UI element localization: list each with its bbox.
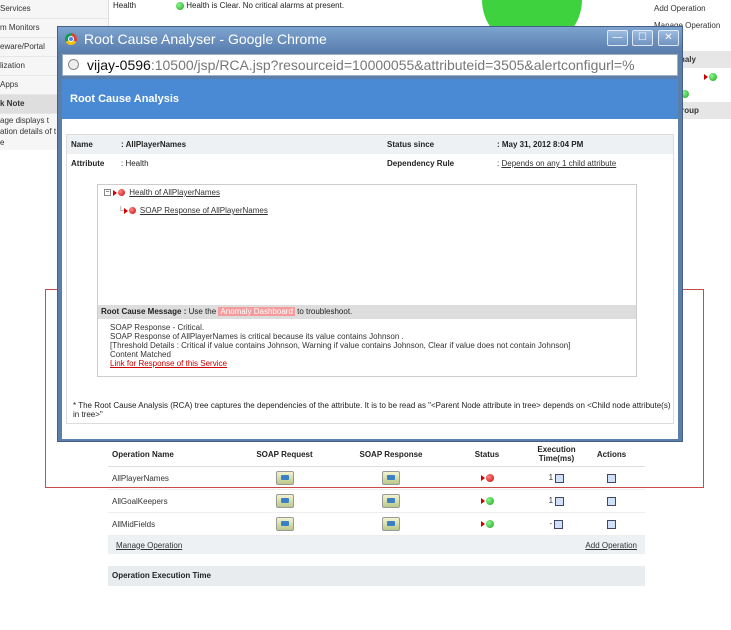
attribute-value: : Health — [121, 159, 149, 168]
arrow-icon — [480, 521, 485, 528]
add-operation-link[interactable]: Add Operation — [585, 541, 637, 550]
action-icon[interactable] — [607, 496, 616, 506]
address-bar[interactable]: vijay-0596:10500/jsp/RCA.jsp?resourceid=… — [62, 54, 678, 76]
page-content: Root Cause Analysis Name : AllPlayerName… — [62, 79, 678, 439]
url-text[interactable]: vijay-0596:10500/jsp/RCA.jsp?resourceid=… — [87, 57, 635, 73]
info-row: Attribute : Health Dependency Rule : Dep… — [67, 154, 673, 173]
execution-time: - — [549, 519, 553, 529]
tree-root-link[interactable]: Health of AllPlayerNames — [129, 188, 220, 197]
soap-request-icon[interactable] — [275, 517, 294, 531]
arrow-icon — [113, 189, 117, 196]
page-title: Root Cause Analysis — [62, 79, 678, 119]
manage-operation-link[interactable]: Manage Operation — [116, 541, 182, 550]
message-line: SOAP Response of AllPlayerNames is criti… — [110, 332, 404, 341]
dependency-rule-link[interactable]: Depends on any 1 child attribute — [501, 159, 616, 168]
soap-request-icon[interactable] — [275, 494, 294, 508]
health-status: Health is Clear. No critical alarms at p… — [176, 1, 344, 10]
dependency-colon: : — [497, 159, 500, 168]
rca-tree: − Health of AllPlayerNames └ SOAP Respon… — [97, 184, 637, 377]
tree-child-link[interactable]: SOAP Response of AllPlayerNames — [140, 206, 268, 215]
root-cause-post: to troubleshoot. — [297, 307, 353, 316]
clear-status-icon[interactable] — [485, 520, 494, 529]
action-icon[interactable] — [607, 519, 616, 529]
execution-time-section-title: Operation Execution Time — [108, 566, 645, 586]
arrow-icon — [123, 207, 128, 214]
graph-icon[interactable] — [554, 519, 564, 529]
maximize-button[interactable]: ☐ — [632, 30, 653, 46]
status-since-value: : May 31, 2012 8:04 PM — [497, 140, 584, 149]
soap-response-icon[interactable] — [382, 517, 400, 531]
url-host: vijay-0596 — [87, 57, 151, 73]
table-row: AllMidFields - — [108, 513, 645, 536]
message-line: Content Matched — [110, 350, 171, 359]
clear-status-icon[interactable] — [485, 497, 494, 506]
root-cause-details: SOAP Response - Critical. SOAP Response … — [110, 323, 570, 368]
name-label: Name — [71, 140, 93, 149]
attribute-label: Attribute — [71, 159, 105, 168]
globe-icon — [68, 59, 79, 70]
status-since-label: Status since — [387, 140, 435, 149]
anomaly-dashboard-link[interactable]: Anomaly Dashboard — [218, 307, 295, 316]
collapse-icon[interactable]: − — [104, 189, 111, 197]
graph-icon[interactable] — [555, 496, 565, 506]
critical-status-icon — [118, 189, 125, 197]
operation-name: AllMidFields — [112, 519, 156, 529]
window-title: Root Cause Analyser - Google Chrome — [84, 31, 327, 47]
table-footer: Manage Operation Add Operation — [108, 536, 645, 554]
root-cause-message-bar: Root Cause Message : Use the Anomaly Das… — [98, 305, 636, 319]
minimize-button[interactable]: — — [607, 30, 628, 46]
tree-node-root: − Health of AllPlayerNames — [104, 188, 220, 197]
root-cause-label: Root Cause Message : — [101, 307, 187, 316]
tree-node-child: └ SOAP Response of AllPlayerNames — [118, 206, 268, 215]
sidebar-item[interactable]: Services — [0, 0, 108, 19]
dependency-rule-label: Dependency Rule — [387, 159, 455, 168]
rca-info: Name : AllPlayerNames Status since : May… — [67, 135, 673, 173]
arrow-icon — [480, 498, 485, 505]
message-line: [Threshold Details : Critical if value c… — [110, 341, 571, 350]
url-path: :10500/jsp/RCA.jsp?resourceid=10000055&a… — [150, 57, 635, 73]
add-operation-link[interactable]: Add Operation — [648, 0, 731, 17]
critical-status-icon — [128, 207, 136, 215]
health-label: Health — [113, 1, 137, 10]
clear-status-icon — [709, 72, 717, 81]
execution-time: 1 — [548, 496, 554, 506]
operation-name: AllGoalKeepers — [112, 496, 168, 506]
message-line: SOAP Response - Critical. — [110, 323, 205, 332]
response-link[interactable]: Link for Response of this Service — [110, 359, 570, 368]
health-text: Health is Clear. No critical alarms at p… — [186, 1, 345, 10]
table-row: AllGoalKeepers 1 — [108, 490, 645, 513]
chrome-icon — [65, 33, 77, 45]
close-button[interactable]: ✕ — [658, 30, 679, 46]
info-row: Name : AllPlayerNames Status since : May… — [67, 135, 673, 154]
rca-panel: Name : AllPlayerNames Status since : May… — [66, 134, 674, 424]
clear-status-icon — [176, 1, 184, 10]
name-value: : AllPlayerNames — [121, 140, 187, 149]
root-cause-pre: Use the — [188, 307, 217, 316]
arrow-icon — [704, 73, 708, 80]
window-titlebar[interactable]: Root Cause Analyser - Google Chrome — ☐ … — [58, 27, 682, 51]
rca-footnote: * The Root Cause Analysis (RCA) tree cap… — [73, 401, 671, 419]
soap-response-icon[interactable] — [382, 494, 400, 508]
browser-window: Root Cause Analyser - Google Chrome — ☐ … — [57, 26, 683, 442]
